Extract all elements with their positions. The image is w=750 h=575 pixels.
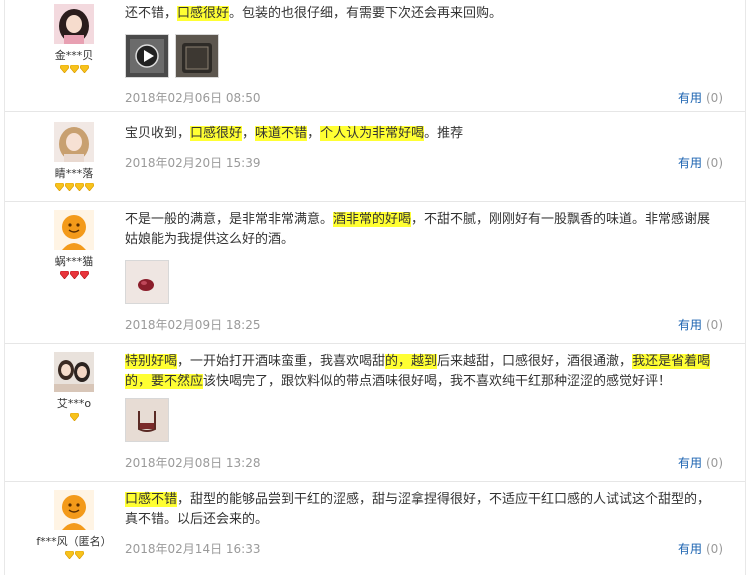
useful-count: (0) [706,318,723,332]
gold-diamond-icon [69,413,79,421]
gold-diamond-icon [69,65,79,73]
reviewer-rank [45,413,103,423]
highlighted-text: 味道不错 [255,126,308,141]
review-item: 蜗***猫 不是一般的满意，是非常非常满意。酒非常的好喝，不甜不腻，刚刚好有一股… [5,202,745,344]
reviewer: 睛***落 [45,122,103,193]
review-text: 宝贝收到，口感很好，味道不错，个人认为非常好喝。推荐 [125,124,715,144]
reviewer-rank [35,551,113,561]
review-date: 2018年02月08日 13:28 [125,456,261,470]
review-date: 2018年02月20日 15:39 [125,156,261,170]
reviewer-rank [45,65,103,75]
review-text-segment: 不是一般的满意，是非常非常满意。 [125,212,334,227]
review-text: 不是一般的满意，是非常非常满意。酒非常的好喝，不甜不腻，刚刚好有一股飘香的味道。… [125,210,715,250]
gold-diamond-icon [84,183,94,191]
review-text-segment: ， [242,126,256,141]
highlighted-text: 口感很好 [177,6,230,21]
avatar[interactable] [54,210,94,250]
review-photos [125,260,169,304]
useful-count: (0) [706,456,723,470]
gold-diamond-icon [64,551,74,559]
review-text-segment: 还不错， [125,6,178,21]
reviewer-name: 金***贝 [54,49,94,62]
wine-bottle-photo[interactable] [175,34,219,78]
review-item: 睛***落 宝贝收到，口感很好，味道不错，个人认为非常好喝。推荐 2018年02… [5,112,745,202]
review-text-segment: 后来越甜，口感很好，酒很通澈， [437,354,633,369]
highlighted-text: 特别好喝 [125,354,178,369]
review-text-segment: ，甜型的能够品尝到干红的涩感，甜与涩拿捏得很好，不适应干红口感的人试试这个甜型的… [125,492,711,527]
avatar[interactable] [54,122,94,162]
review-text-segment: 该快喝完了，跟饮料似的带点酒味很好喝，我不喜欢纯干红那种涩涩的感觉好评！ [203,374,672,389]
review-item: 金***贝 还不错，口感很好。包装的也很仔细，有需要下次还会再来回购。 2018… [5,0,745,112]
reviewer-name: f***风（匿名） [36,535,112,548]
reviewer: 金***贝 [45,4,103,75]
review-text-segment: ，一开始打开酒味蛮重，我喜欢喝甜 [177,354,386,369]
review-text: 还不错，口感很好。包装的也很仔细，有需要下次还会再来回购。 [125,4,715,24]
video-thumbnail[interactable] [125,34,169,78]
reviewer-name: 睛***落 [54,167,94,180]
review-date: 2018年02月06日 08:50 [125,91,261,105]
review-text-segment: 。包装的也很仔细，有需要下次还会再来回购。 [229,6,503,21]
highlighted-text: 酒非常的好喝 [333,212,412,227]
review-list: 金***贝 还不错，口感很好。包装的也很仔细，有需要下次还会再来回购。 2018… [4,0,746,575]
highlighted-text: 个人认为非常好喝 [320,126,425,141]
avatar[interactable] [54,490,94,530]
highlighted-text: 的，越到 [385,354,438,369]
useful-button[interactable]: 有用 (0) [678,454,723,471]
useful-count: (0) [706,542,723,556]
reviewer-name: 蜗***猫 [54,255,94,268]
avatar[interactable] [54,352,94,392]
useful-button[interactable]: 有用 (0) [678,540,723,557]
review-text-segment: ， [307,126,321,141]
gold-diamond-icon [74,551,84,559]
gold-diamond-icon [79,65,89,73]
reviewer: 蜗***猫 [45,210,103,281]
review-photos [125,34,219,78]
reviewer: 艾***o [45,352,103,423]
highlighted-text: 口感不错 [125,492,178,507]
wine-glass-photo[interactable] [125,260,169,304]
review-text: 口感不错，甜型的能够品尝到干红的涩感，甜与涩拿捏得很好，不适应干红口感的人试试这… [125,490,715,530]
review-text-segment: 。推荐 [424,126,464,141]
highlighted-text: 口感很好 [190,126,243,141]
review-item: 艾***o 特别好喝，一开始打开酒味蛮重，我喜欢喝甜的，越到后来越甜，口感很好，… [5,344,745,482]
reviewer-rank [45,183,103,193]
useful-button[interactable]: 有用 (0) [678,154,723,171]
red-heart-icon [79,271,89,279]
useful-label[interactable]: 有用 [678,91,702,105]
review-photos [125,398,169,442]
review-text: 特别好喝，一开始打开酒味蛮重，我喜欢喝甜的，越到后来越甜，口感很好，酒很通澈，我… [125,352,715,392]
wine-cup-photo[interactable] [125,398,169,442]
useful-count: (0) [706,156,723,170]
red-heart-icon [69,271,79,279]
useful-label[interactable]: 有用 [678,456,702,470]
review-date: 2018年02月09日 18:25 [125,318,261,332]
red-heart-icon [59,271,69,279]
reviewer-name: 艾***o [56,397,92,410]
useful-button[interactable]: 有用 (0) [678,316,723,333]
useful-label[interactable]: 有用 [678,318,702,332]
gold-diamond-icon [54,183,64,191]
reviewer: f***风（匿名） [35,490,113,561]
review-item: f***风（匿名） 口感不错，甜型的能够品尝到干红的涩感，甜与涩拿捏得很好，不适… [5,482,745,575]
useful-label[interactable]: 有用 [678,542,702,556]
useful-button[interactable]: 有用 (0) [678,89,723,106]
useful-count: (0) [706,91,723,105]
avatar[interactable] [54,4,94,44]
review-text-segment: 宝贝收到， [125,126,191,141]
gold-diamond-icon [74,183,84,191]
useful-label[interactable]: 有用 [678,156,702,170]
gold-diamond-icon [64,183,74,191]
gold-diamond-icon [59,65,69,73]
reviewer-rank [45,271,103,281]
review-date: 2018年02月14日 16:33 [125,542,261,556]
